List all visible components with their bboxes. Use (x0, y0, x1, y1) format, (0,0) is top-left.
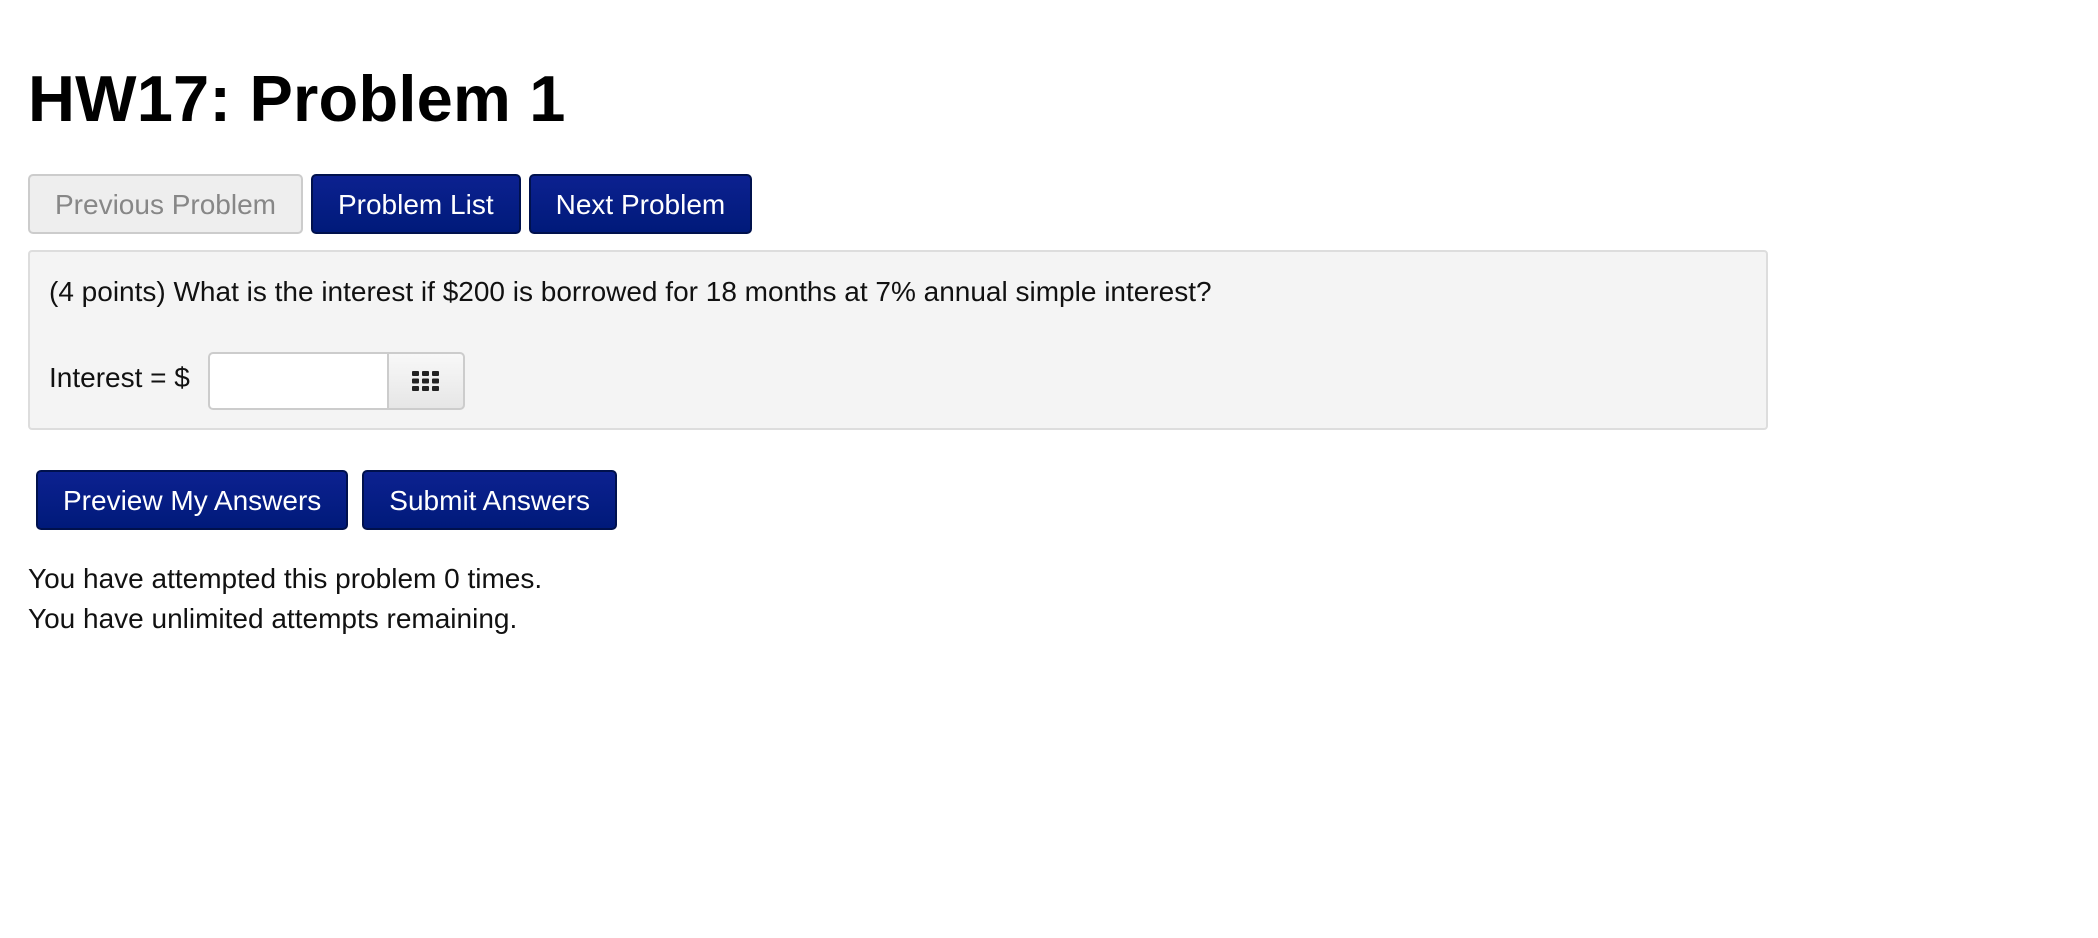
interest-answer-input[interactable] (208, 352, 388, 410)
attempts-status: You have attempted this problem 0 times.… (28, 559, 542, 639)
attempts-count-text: You have attempted this problem 0 times. (28, 563, 543, 594)
preview-answers-button[interactable]: Preview My Answers (36, 470, 349, 530)
interest-answer-label: Interest = $ (49, 362, 190, 393)
attempts-remaining-text: You have unlimited attempts remaining. (28, 603, 518, 634)
problem-navigation: Previous Problem Problem List Next Probl… (28, 174, 753, 234)
problem-box: (4 points) What is the interest if $200 … (28, 250, 1768, 430)
next-problem-button[interactable]: Next Problem (528, 174, 753, 234)
submit-answers-button[interactable]: Submit Answers (362, 470, 618, 530)
keypad-grid-icon (412, 371, 439, 391)
problem-list-button[interactable]: Problem List (310, 174, 521, 234)
math-keypad-button[interactable] (387, 352, 465, 410)
page-title: HW17: Problem 1 (28, 62, 566, 135)
previous-problem-button[interactable]: Previous Problem (28, 174, 303, 234)
problem-page: HW17: Problem 1 Previous Problem Problem… (0, 0, 2098, 938)
answer-actions: Preview My Answers Submit Answers (36, 470, 618, 530)
problem-statement: (4 points) What is the interest if $200 … (49, 276, 1212, 307)
